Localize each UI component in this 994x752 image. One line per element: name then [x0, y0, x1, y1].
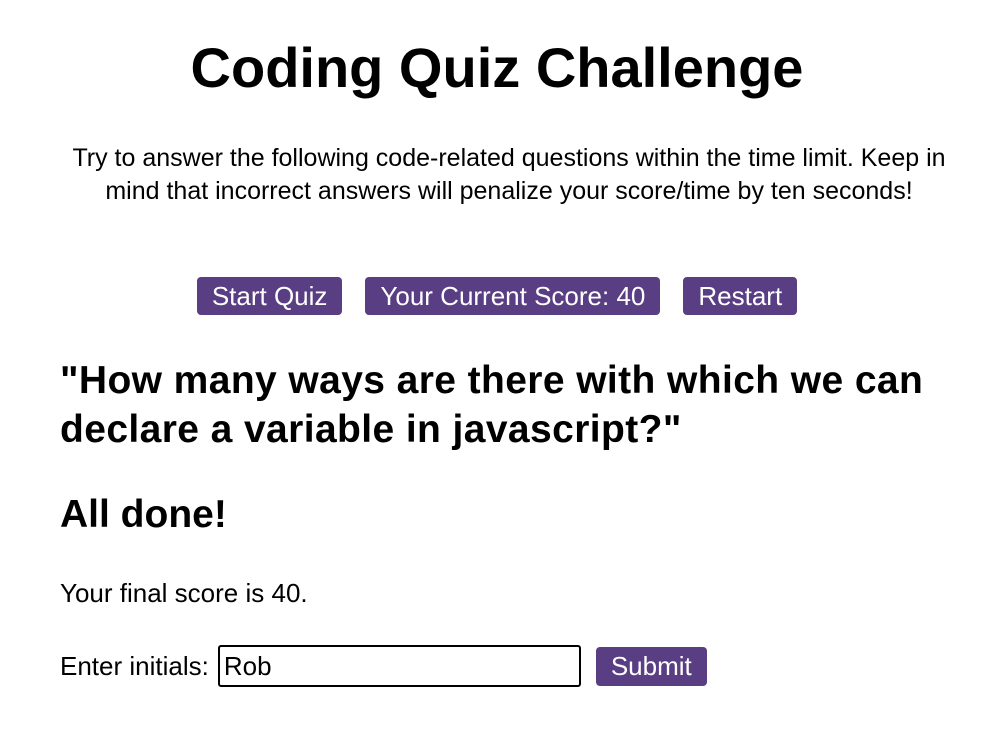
- initials-label: Enter initials:: [60, 650, 209, 681]
- question-text: "How many ways are there with which we c…: [60, 359, 924, 451]
- instructions-text: Try to answer the following code-related…: [72, 144, 946, 205]
- final-score-text: Your final score is 40.: [60, 578, 308, 608]
- quiz-page: Coding Quiz Challenge Try to answer the …: [0, 0, 994, 752]
- current-score-button[interactable]: Your Current Score: 40: [365, 277, 661, 315]
- restart-button[interactable]: Restart: [683, 277, 798, 315]
- initials-input[interactable]: [217, 645, 581, 687]
- initials-form: Enter initials: Submit: [60, 645, 707, 687]
- start-quiz-button[interactable]: Start Quiz: [196, 277, 343, 315]
- control-buttons: Start Quiz Your Current Score: 40 Restar…: [0, 277, 994, 315]
- page-title: Coding Quiz Challenge: [190, 36, 804, 99]
- submit-button[interactable]: Submit: [595, 646, 707, 686]
- all-done-heading: All done!: [60, 493, 227, 536]
